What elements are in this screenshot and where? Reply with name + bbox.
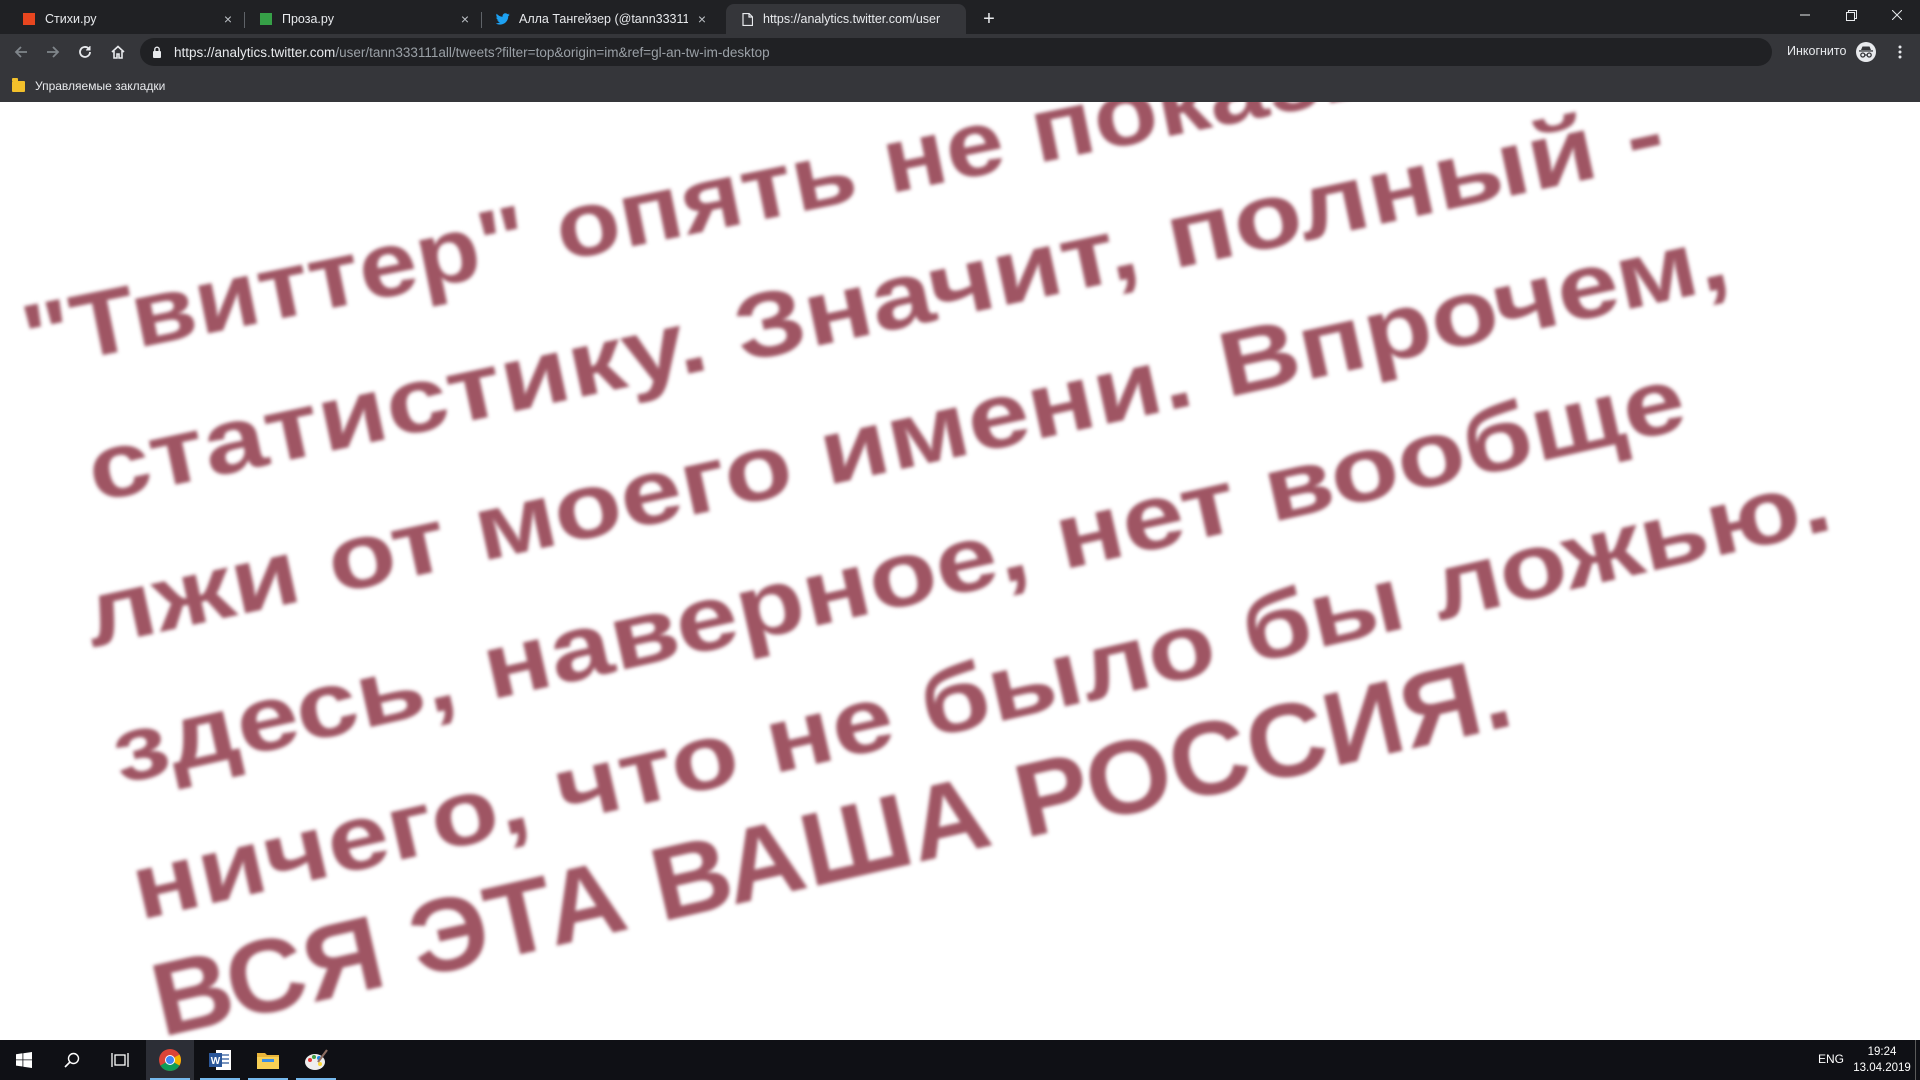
- url-text: https://analytics.twitter.com/user/tann3…: [174, 45, 770, 60]
- lock-icon: [150, 46, 164, 58]
- taskbar-chrome[interactable]: [146, 1040, 194, 1080]
- minimize-icon: [1800, 14, 1810, 16]
- tab-title: Алла Тангейзер (@tann333111al: [519, 12, 688, 26]
- bookmarks-bar: Управляемые закладки: [0, 70, 1920, 102]
- kebab-menu-icon: [1898, 45, 1902, 59]
- folder-icon: [12, 77, 25, 92]
- clock-time: 19:24: [1867, 1046, 1897, 1058]
- close-window-button[interactable]: [1874, 0, 1920, 30]
- overlay-text-canvas: "Твиттер" опять не показывает статистику…: [14, 102, 1840, 1040]
- taskbar-word[interactable]: W: [196, 1040, 244, 1080]
- windows-taskbar: W ENG 19:24 13.04.2019: [0, 1040, 1920, 1080]
- arrow-right-icon: [47, 46, 60, 58]
- search-button[interactable]: [48, 1040, 96, 1080]
- tab-title: https://analytics.twitter.com/user: [763, 12, 941, 26]
- taskbar-paint[interactable]: [292, 1040, 340, 1080]
- proza-icon: [259, 12, 273, 26]
- close-icon[interactable]: ×: [694, 11, 710, 27]
- address-bar[interactable]: https://analytics.twitter.com/user/tann3…: [140, 38, 1772, 66]
- tab-title: Проза.ру: [282, 12, 334, 26]
- restore-icon: [1845, 9, 1857, 21]
- tab-twitter-profile[interactable]: Алла Тангейзер (@tann333111al ×: [482, 4, 718, 34]
- task-view-button[interactable]: [96, 1040, 144, 1080]
- tab-analytics[interactable]: https://analytics.twitter.com/user: [726, 4, 966, 34]
- home-icon: [111, 45, 125, 59]
- chrome-icon: [159, 1049, 181, 1071]
- bookmark-managed[interactable]: Управляемые закладки: [12, 76, 165, 96]
- browser-toolbar: https://analytics.twitter.com/user/tann3…: [0, 34, 1920, 70]
- paint-icon: [305, 1049, 328, 1070]
- reload-button[interactable]: [71, 38, 99, 66]
- close-icon[interactable]: ×: [457, 11, 473, 27]
- bookmark-label: Управляемые закладки: [35, 79, 166, 93]
- search-icon: [64, 1052, 80, 1068]
- tab-proza[interactable]: Проза.ру ×: [245, 4, 481, 34]
- taskbar-explorer[interactable]: [244, 1040, 292, 1080]
- stihi-icon: [22, 12, 36, 26]
- close-icon: [1892, 10, 1902, 20]
- url-path: /user/tann333111all/tweets?filter=top&or…: [335, 44, 770, 60]
- home-button[interactable]: [104, 38, 132, 66]
- reload-icon: [79, 46, 91, 58]
- incognito-icon[interactable]: [1856, 42, 1876, 62]
- close-icon[interactable]: ×: [220, 11, 236, 27]
- svg-text:W: W: [211, 1056, 221, 1067]
- show-desktop-button[interactable]: [1915, 1040, 1916, 1080]
- url-host: https://analytics.twitter.com: [174, 44, 336, 60]
- task-view-icon: [111, 1053, 129, 1067]
- page-icon: [740, 12, 754, 26]
- new-tab-button[interactable]: +: [977, 7, 1001, 31]
- tab-title: Стихи.ру: [45, 12, 97, 26]
- arrow-left-icon: [14, 46, 27, 58]
- restore-button[interactable]: [1828, 0, 1874, 30]
- file-explorer-icon: [257, 1053, 279, 1069]
- windows-start-icon: [16, 1052, 32, 1068]
- minimize-button[interactable]: [1782, 0, 1828, 30]
- clock-date: 13.04.2019: [1853, 1062, 1911, 1074]
- twitter-bird-icon: [496, 12, 510, 26]
- back-button[interactable]: [7, 38, 35, 66]
- tab-strip: Стихи.ру × Проза.ру × Алла Тангейзер (@t…: [0, 0, 1920, 34]
- tab-stihi[interactable]: Стихи.ру ×: [8, 4, 244, 34]
- page-viewport: "Твиттер" опять не показывает статистику…: [0, 102, 1920, 1040]
- incognito-label: Инкогнито: [1787, 44, 1847, 58]
- forward-button[interactable]: [39, 38, 67, 66]
- word-icon: W: [209, 1050, 231, 1070]
- start-button[interactable]: [0, 1040, 48, 1080]
- menu-button[interactable]: [1888, 38, 1912, 66]
- tray-clock[interactable]: 19:24 13.04.2019: [1852, 1044, 1912, 1076]
- input-language[interactable]: ENG: [1818, 1052, 1844, 1066]
